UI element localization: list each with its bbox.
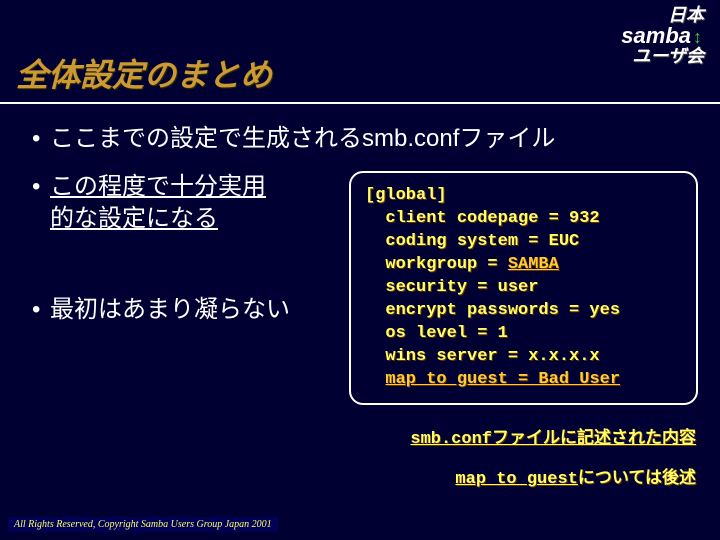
bullet-1: •ここまでの設定で生成されるsmb.confファイル [32, 118, 698, 153]
bullet-2: •この程度で十分実用•的な設定になる [32, 171, 327, 236]
brand-logo: 日本 samba↕ ユーザ会 [621, 6, 704, 66]
code-l5: encrypt passwords = yes [365, 301, 620, 320]
caption-2-emph: map to guest [455, 470, 577, 489]
code-l0: [global] [365, 186, 447, 205]
slide-body: •ここまでの設定で生成されるsmb.confファイル •この程度で十分実用•的な… [0, 118, 720, 489]
code-l6: os level = 1 [365, 324, 508, 343]
code-l8a [365, 370, 385, 389]
logo-word: samba [621, 23, 691, 48]
caption-2-rest: については後述 [578, 470, 696, 489]
caption-2: map to guestについては後述 [32, 463, 696, 489]
logo-jp-bottom: ユーザ会 [632, 46, 704, 66]
bullet-1-text: ここまでの設定で生成されるsmb.confファイル [50, 125, 555, 152]
slide-title: 全体設定のまとめ [0, 0, 720, 102]
code-l2: coding system = EUC [365, 232, 579, 251]
bullet-3-text: 最初はあまり凝らない [50, 296, 290, 323]
logo-jp-top: 日本 [668, 5, 704, 25]
code-l8-emph: map to guest = Bad User [385, 370, 620, 389]
title-divider [0, 102, 720, 104]
bullet-3: •最初はあまり凝らない [32, 294, 327, 326]
copyright-footer: All Rights Reserved, Copyright Samba Use… [8, 517, 278, 532]
code-l3a: workgroup = [365, 255, 508, 274]
code-l4: security = user [365, 278, 538, 297]
bullet-2-line2: 的な設定になる [50, 205, 218, 232]
logo-arrow-icon: ↕ [693, 28, 702, 46]
code-l1: client codepage = 932 [365, 209, 600, 228]
bullet-2-line1: この程度で十分実用 [50, 173, 266, 200]
code-box: [global] client codepage = 932 coding sy… [349, 171, 698, 405]
code-l7: wins server = x.x.x.x [365, 347, 600, 366]
code-l3-emph: SAMBA [508, 255, 559, 274]
caption-1: smb.confファイルに記述された内容 [32, 423, 696, 449]
